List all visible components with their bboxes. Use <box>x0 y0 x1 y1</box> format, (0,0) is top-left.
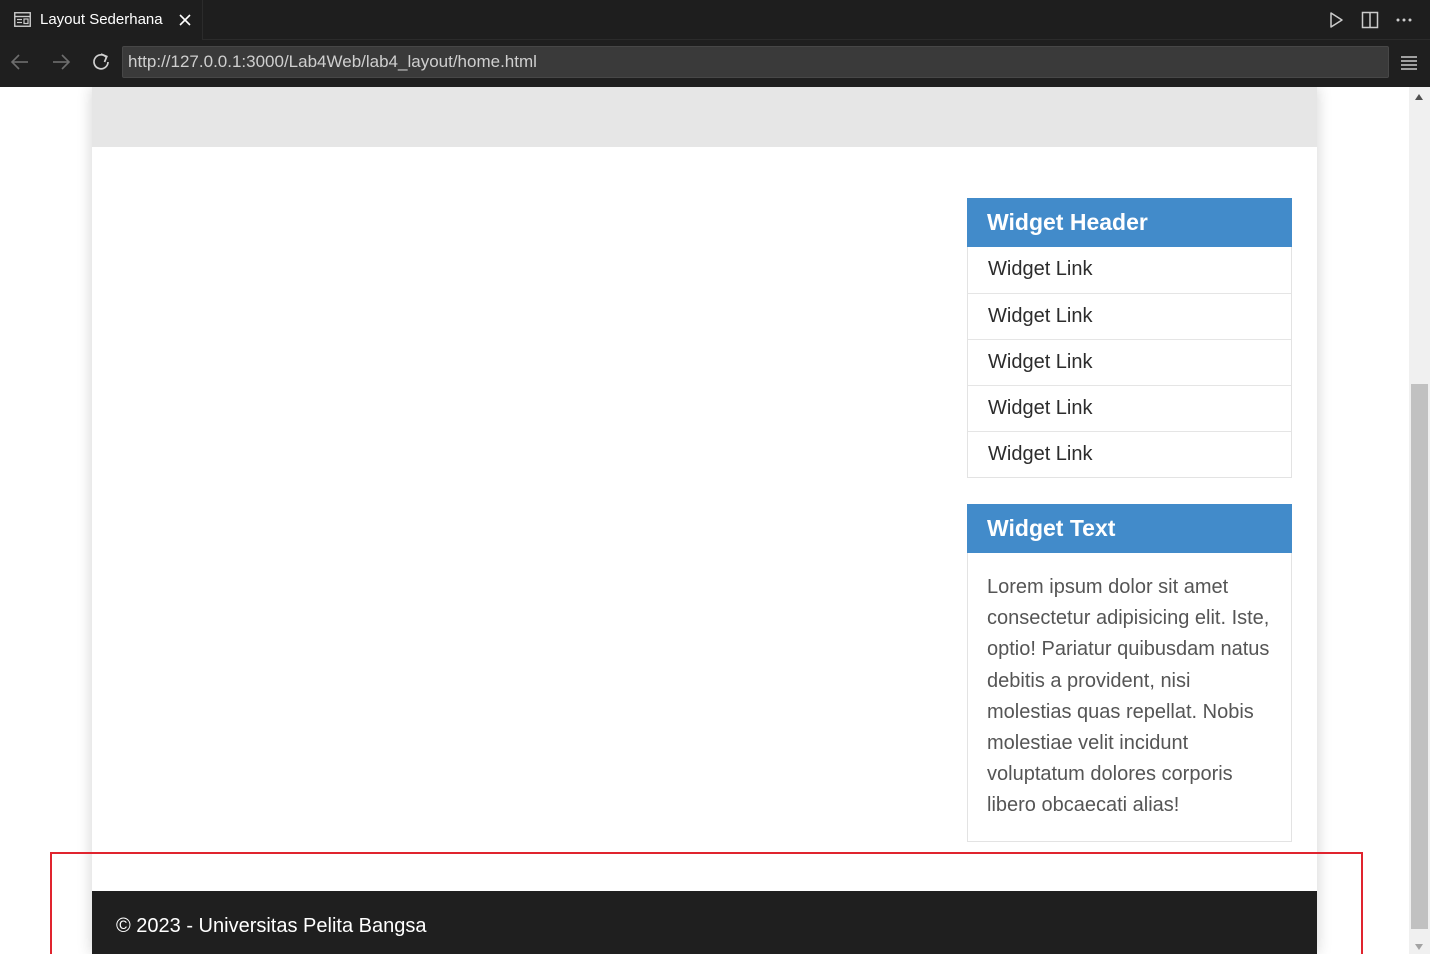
widget-link[interactable]: Widget Link <box>968 247 1291 293</box>
page-header <box>92 87 1317 147</box>
arrow-left-icon[interactable] <box>9 51 31 73</box>
page-container: Widget Header Widget Link Widget Link Wi… <box>92 87 1317 954</box>
widget-header: Widget Header <box>967 198 1292 247</box>
widget-link-list: Widget Link Widget Link Widget Link Widg… <box>967 247 1292 478</box>
widget-links: Widget Header Widget Link Widget Link Wi… <box>967 198 1292 478</box>
vertical-scrollbar[interactable] <box>1409 87 1430 954</box>
widget-text: Widget Text Lorem ipsum dolor sit amet c… <box>967 504 1292 842</box>
close-icon[interactable] <box>176 11 194 29</box>
widget-link[interactable]: Widget Link <box>968 339 1291 385</box>
reload-icon[interactable] <box>90 51 112 73</box>
url-input[interactable] <box>128 51 1378 73</box>
sidebar: Widget Header Widget Link Widget Link Wi… <box>967 198 1292 842</box>
widget-link[interactable]: Widget Link <box>968 385 1291 431</box>
scroll-down-arrow-icon[interactable] <box>1415 944 1423 950</box>
widget-text-header: Widget Text <box>967 504 1292 553</box>
annotation-highlight-box <box>50 852 1363 954</box>
browser-tab[interactable]: Layout Sederhana <box>0 0 203 40</box>
arrow-right-icon[interactable] <box>50 51 72 73</box>
hamburger-menu-icon[interactable] <box>1399 51 1419 73</box>
scroll-up-arrow-icon[interactable] <box>1415 94 1423 100</box>
browser-toolbar <box>0 40 1430 87</box>
split-editor-icon[interactable] <box>1360 10 1380 30</box>
play-icon[interactable] <box>1326 10 1346 30</box>
more-icon[interactable] <box>1394 10 1414 30</box>
page-viewport: Widget Header Widget Link Widget Link Wi… <box>0 87 1409 954</box>
tab-title: Layout Sederhana <box>40 11 163 28</box>
widget-link[interactable]: Widget Link <box>968 431 1291 477</box>
widget-text-body: Lorem ipsum dolor sit amet consectetur a… <box>967 553 1292 842</box>
address-bar[interactable] <box>122 46 1389 78</box>
tab-bar: Layout Sederhana <box>0 0 1430 40</box>
layout-icon <box>14 12 31 27</box>
editor-actions <box>1326 9 1414 31</box>
scroll-thumb[interactable] <box>1411 384 1428 929</box>
widget-link[interactable]: Widget Link <box>968 293 1291 339</box>
